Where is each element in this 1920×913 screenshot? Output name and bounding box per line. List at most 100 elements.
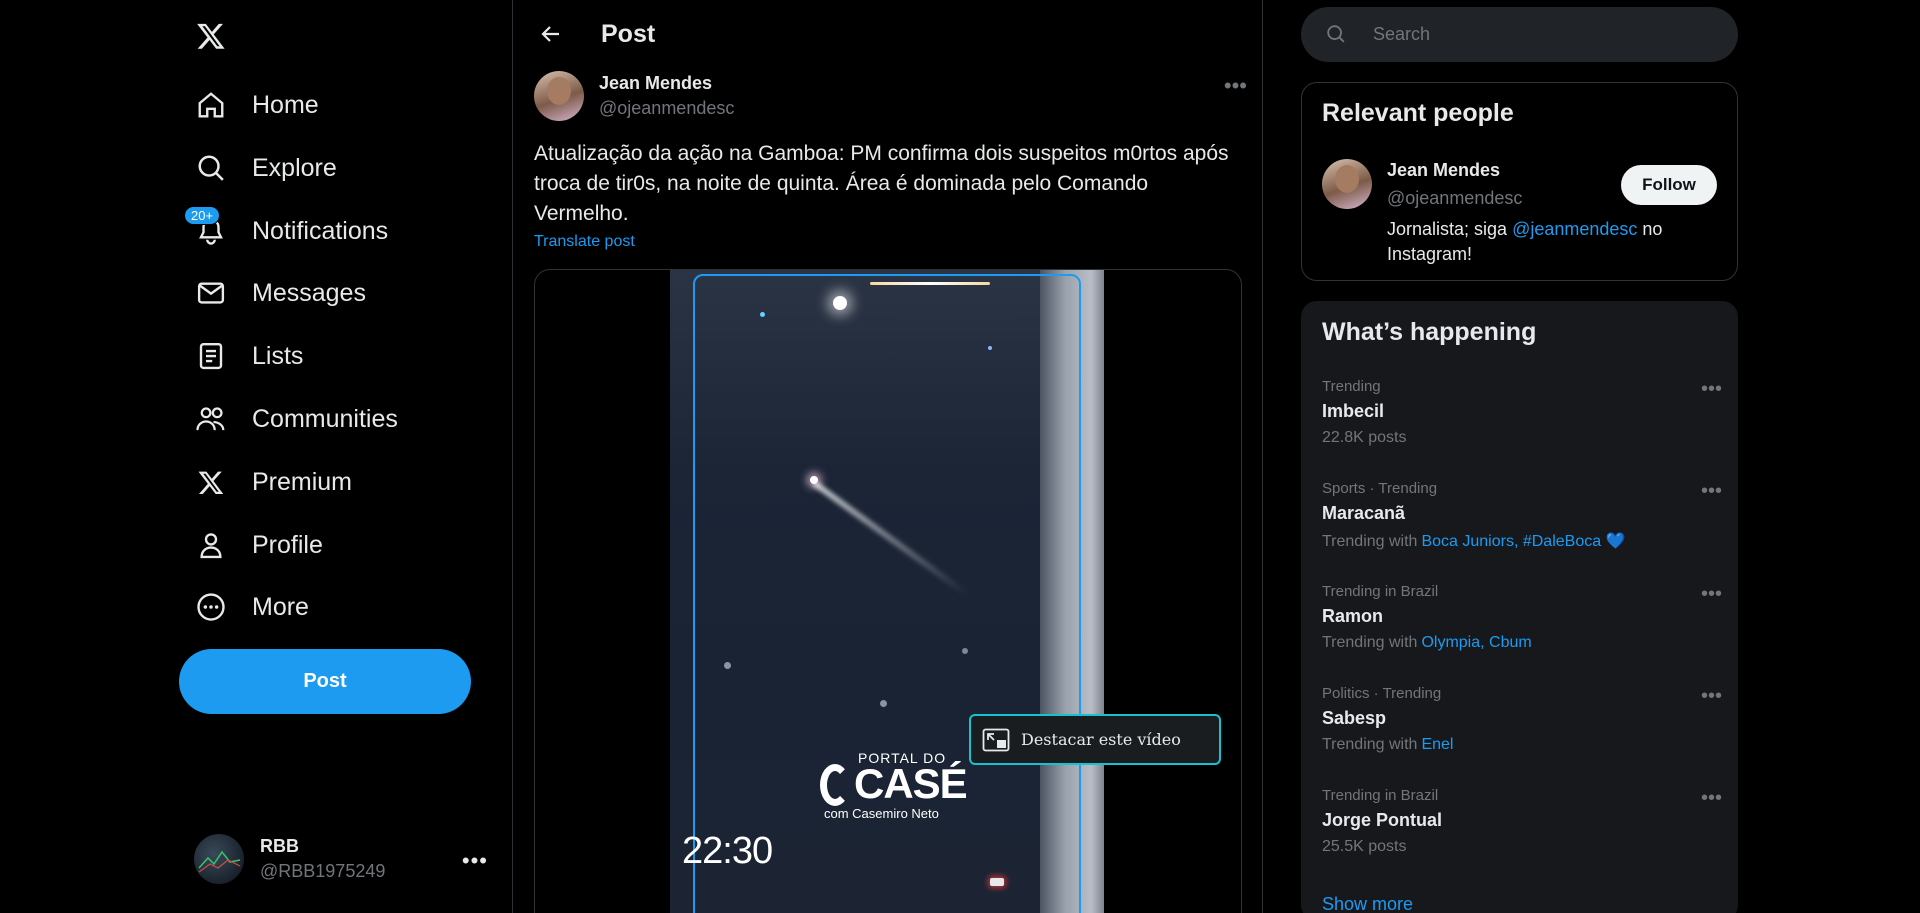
trend-sub-text: 22.8K posts (1322, 429, 1407, 446)
avatar[interactable] (1322, 159, 1372, 209)
main-column: Post Jean Mendes @ojeanmendesc ••• Atual… (513, 0, 1263, 913)
nav-home[interactable]: Home (180, 77, 333, 133)
search-bar[interactable] (1301, 7, 1738, 62)
trend-links[interactable]: Boca Juniors, #DaleBoca 💙 (1421, 533, 1625, 550)
relevant-people-card: Relevant people Jean Mendes @ojeanmendes… (1301, 82, 1738, 281)
compose-post-button[interactable]: Post (179, 649, 471, 714)
follow-button[interactable]: Follow (1621, 165, 1717, 205)
pip-label: Destacar este vídeo (1021, 730, 1181, 749)
author-handle[interactable]: @ojeanmendesc (599, 98, 734, 119)
relevant-handle[interactable]: @ojeanmendesc (1387, 188, 1522, 209)
page-title: Post (601, 19, 656, 48)
back-arrow-icon[interactable] (533, 16, 569, 52)
trend-context: Trending in Brazil (1322, 787, 1439, 804)
trend-sub: Trending with Boca Juniors, #DaleBoca 💙 (1322, 531, 1722, 551)
nav-label: Messages (252, 278, 366, 307)
trend-sub-text: 25.5K posts (1322, 838, 1407, 855)
nav-label: Explore (252, 153, 337, 182)
trend-item[interactable]: Trending Imbecil 22.8K posts ••• (1322, 378, 1722, 447)
more-icon[interactable]: ••• (1224, 73, 1247, 99)
post-text: Atualização da ação na Gamboa: PM confir… (534, 142, 1229, 225)
nav-communities[interactable]: Communities (180, 391, 412, 447)
nav-label: Communities (252, 404, 398, 433)
bell-icon: 20+ (184, 206, 228, 248)
account-name: RBB (260, 836, 299, 856)
watermark-sub: com Casemiro Neto (824, 806, 939, 821)
trend-context: Politics · Trending (1322, 685, 1442, 702)
nav-messages[interactable]: Messages (180, 265, 380, 321)
trend-name: Maracanã (1322, 503, 1406, 523)
avatar[interactable] (534, 71, 584, 121)
trend-context: Trending (1322, 378, 1381, 395)
nav-label: Profile (252, 530, 323, 559)
bio-link[interactable]: @jeanmendesc (1512, 219, 1637, 239)
post-media[interactable]: PORTAL DO CASÉ com Casemiro Neto 22:30 (534, 269, 1242, 913)
nav-notifications[interactable]: 20+ Notifications (180, 203, 402, 259)
notification-badge: 20+ (184, 206, 221, 225)
mail-icon (194, 276, 228, 310)
translate-link[interactable]: Translate post (534, 233, 635, 251)
trend-name: Ramon (1322, 606, 1384, 626)
x-logo-icon (194, 465, 228, 499)
more-icon[interactable]: ••• (1701, 480, 1722, 503)
nav-premium[interactable]: Premium (180, 454, 366, 510)
trend-context: Sports · Trending (1322, 480, 1438, 497)
trend-context: Trending in Brazil (1322, 583, 1439, 600)
nav-label: Premium (252, 467, 353, 496)
nav-explore[interactable]: Explore (180, 140, 351, 196)
relevant-bio: Jornalista; siga @jeanmendesc no Instagr… (1387, 217, 1717, 267)
trend-name: Jorge Pontual (1322, 810, 1443, 830)
video-timestamp: 22:30 (682, 830, 773, 872)
nav-label: Lists (252, 341, 304, 370)
video-watermark: PORTAL DO CASÉ com Casemiro Neto (820, 750, 968, 821)
search-icon (194, 151, 228, 185)
search-input[interactable] (1373, 24, 1703, 45)
more-icon[interactable]: ••• (462, 848, 488, 874)
trend-item[interactable]: Trending in Brazil Jorge Pontual 25.5K p… (1322, 787, 1722, 856)
pip-popup[interactable]: Destacar este vídeo (969, 714, 1221, 765)
trend-item[interactable]: Sports · Trending Maracanã Trending with… (1322, 480, 1722, 551)
trend-sub-text: Trending with (1322, 736, 1418, 753)
video-player[interactable]: PORTAL DO CASÉ com Casemiro Neto 22:30 (670, 270, 1104, 913)
more-icon[interactable]: ••• (1701, 787, 1722, 810)
nav-more[interactable]: More (180, 579, 323, 635)
trend-name: Imbecil (1322, 401, 1385, 421)
trends-card: What’s happening Trending Imbecil 22.8K … (1301, 301, 1738, 913)
trend-sub: 22.8K posts (1322, 429, 1722, 447)
avatar (194, 834, 244, 884)
search-icon (1325, 23, 1349, 47)
bio-text: Jornalista; siga (1387, 219, 1513, 239)
trend-sub-text: Trending with (1322, 634, 1418, 651)
trend-links[interactable]: Olympia, Cbum (1421, 634, 1531, 651)
person-icon (194, 528, 228, 562)
trends-title: What’s happening (1322, 318, 1537, 346)
more-icon[interactable]: ••• (1701, 685, 1722, 708)
trend-sub: Trending with Enel (1322, 736, 1722, 754)
more-circle-icon (194, 590, 228, 624)
author-name[interactable]: Jean Mendes (599, 73, 734, 94)
trend-sub-text: Trending with (1322, 533, 1418, 550)
trend-links[interactable]: Enel (1421, 736, 1453, 753)
nav-label: Notifications (252, 216, 389, 245)
watermark-swirl (820, 764, 850, 806)
x-logo-icon[interactable] (191, 16, 231, 56)
nav-label: More (252, 592, 309, 621)
trend-sub: Trending with Olympia, Cbum (1322, 634, 1722, 652)
more-icon[interactable]: ••• (1701, 378, 1722, 401)
nav-label: Home (252, 90, 319, 119)
trend-item[interactable]: Trending in Brazil Ramon Trending with Ol… (1322, 583, 1722, 652)
header: Post (513, 0, 1262, 68)
nav-lists[interactable]: Lists (180, 328, 317, 384)
nav-profile[interactable]: Profile (180, 517, 337, 573)
trend-sub: 25.5K posts (1322, 838, 1722, 856)
list-icon (194, 339, 228, 373)
more-icon[interactable]: ••• (1701, 583, 1722, 606)
home-icon (194, 88, 228, 122)
people-icon (194, 402, 228, 436)
show-more-link[interactable]: Show more (1322, 894, 1413, 913)
app: Home Explore 20+ Notifications Messages (0, 0, 1920, 913)
account-switcher[interactable]: RBB @RBB1975249 ••• (180, 820, 500, 898)
relevant-name[interactable]: Jean Mendes (1387, 160, 1500, 181)
trend-item[interactable]: Politics · Trending Sabesp Trending with… (1322, 685, 1722, 754)
watermark-main: CASÉ (854, 760, 968, 807)
